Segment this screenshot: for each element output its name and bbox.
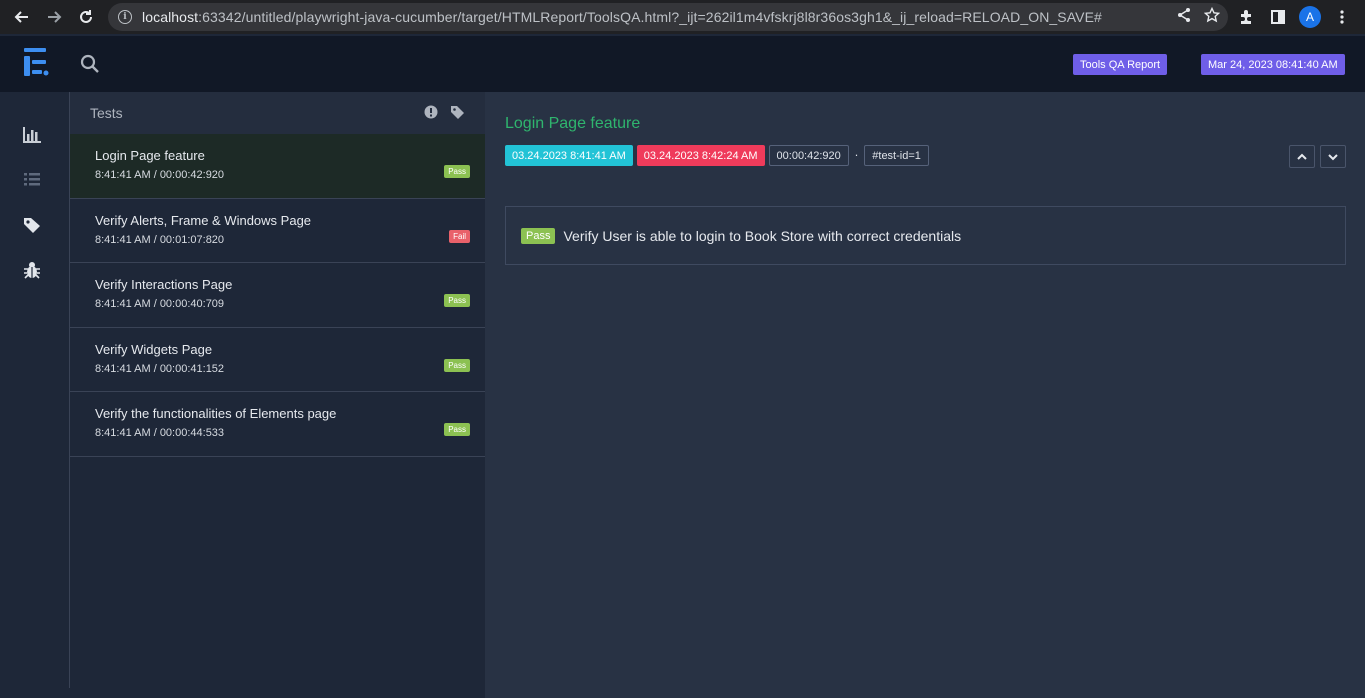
test-time: 8:41:41 AM / 00:00:41:152	[95, 362, 225, 375]
tests-panel-title: Tests	[90, 105, 123, 121]
status-badge: Pass	[444, 358, 470, 372]
bookmark-star-icon[interactable]	[1203, 6, 1221, 27]
test-time: 8:41:41 AM / 00:00:44:533	[95, 427, 225, 439]
tests-panel: Tests Login Page feature 8:41:41 AM / 00…	[69, 92, 485, 688]
status-badge: Fail	[449, 229, 470, 243]
status-badge: Pass	[444, 294, 470, 307]
report-date-badge: Mar 24, 2023 08:41:40 AM	[1201, 54, 1345, 75]
left-nav	[0, 92, 69, 698]
profile-avatar[interactable]: A	[1299, 6, 1321, 28]
report-name-badge: Tools QA Report	[1073, 54, 1168, 75]
expand-down-button[interactable]	[1320, 145, 1346, 168]
test-name: Verify Interactions Page	[95, 277, 233, 292]
test-name: Login Page feature	[95, 148, 205, 163]
status-badge: Pass	[444, 423, 470, 436]
chevron-up-icon	[1297, 153, 1307, 160]
forward-arrow-icon[interactable]	[38, 1, 70, 33]
end-time-tag: 03.24.2023 8:42:24 AM	[636, 145, 765, 166]
tag-icon[interactable]	[22, 216, 42, 234]
tag-filter-icon[interactable]	[450, 105, 465, 120]
address-bar[interactable]: i localhost:63342/untitled/playwright-ja…	[108, 3, 1228, 31]
tests-panel-header: Tests	[70, 92, 485, 134]
test-list-item[interactable]: Login Page feature 8:41:41 AM / 00:00:42…	[70, 134, 485, 199]
scenario-name: Verify User is able to login to Book Sto…	[563, 227, 962, 244]
side-panel-icon[interactable]	[1267, 6, 1289, 28]
scenario-status-badge: Pass	[521, 227, 556, 244]
status-badge: Pass	[444, 165, 470, 178]
start-time-tag: 03.24.2023 8:41:41 AM	[505, 145, 633, 166]
chevron-down-icon	[1328, 153, 1338, 160]
test-list-item[interactable]: Verify Interactions Page 8:41:41 AM / 00…	[70, 263, 485, 328]
test-id-tag: #test-id=1	[864, 145, 929, 166]
test-name: Verify the functionalities of Elements p…	[95, 406, 337, 421]
collapse-up-button[interactable]	[1289, 145, 1315, 168]
kebab-menu-icon[interactable]	[1331, 6, 1353, 28]
test-time: 8:41:41 AM / 00:00:40:709	[95, 298, 225, 310]
info-icon[interactable]: i	[118, 10, 132, 24]
dashboard-chart-icon[interactable]	[22, 126, 42, 144]
duration-tag: 00:00:42:920	[768, 145, 849, 166]
search-icon[interactable]	[80, 54, 100, 74]
test-name: Verify Alerts, Frame & Windows Page	[95, 212, 312, 228]
scenario-row[interactable]: Pass Verify User is able to login to Boo…	[505, 206, 1346, 265]
extensions-icon[interactable]	[1235, 6, 1257, 28]
test-detail-panel: Login Page feature 03.24.2023 8:41:41 AM…	[485, 92, 1365, 698]
share-icon[interactable]	[1176, 7, 1192, 27]
bug-icon[interactable]	[22, 261, 42, 279]
exclamation-filter-icon[interactable]	[424, 105, 438, 119]
reload-icon[interactable]	[70, 1, 102, 33]
test-meta-row: 03.24.2023 8:41:41 AM 03.24.2023 8:42:24…	[505, 145, 929, 166]
list-icon[interactable]	[22, 171, 42, 189]
test-name: Verify Widgets Page	[95, 341, 213, 357]
test-time: 8:41:41 AM / 00:01:07:820	[95, 233, 225, 246]
extent-logo	[24, 48, 49, 76]
back-arrow-icon[interactable]	[6, 1, 38, 33]
browser-toolbar: i localhost:63342/untitled/playwright-ja…	[0, 0, 1365, 34]
test-time: 8:41:41 AM / 00:00:42:920	[95, 169, 225, 181]
test-list-item[interactable]: Verify Widgets Page 8:41:41 AM / 00:00:4…	[70, 328, 485, 392]
test-list-item[interactable]: Verify Alerts, Frame & Windows Page 8:41…	[70, 199, 485, 263]
meta-separator: ·	[854, 149, 859, 162]
test-detail-title: Login Page feature	[505, 115, 641, 132]
url-text[interactable]: localhost:63342/untitled/playwright-java…	[142, 9, 1102, 25]
test-list-item[interactable]: Verify the functionalities of Elements p…	[70, 392, 485, 457]
report-header: Tools QA Report Mar 24, 2023 08:41:40 AM	[0, 36, 1365, 92]
